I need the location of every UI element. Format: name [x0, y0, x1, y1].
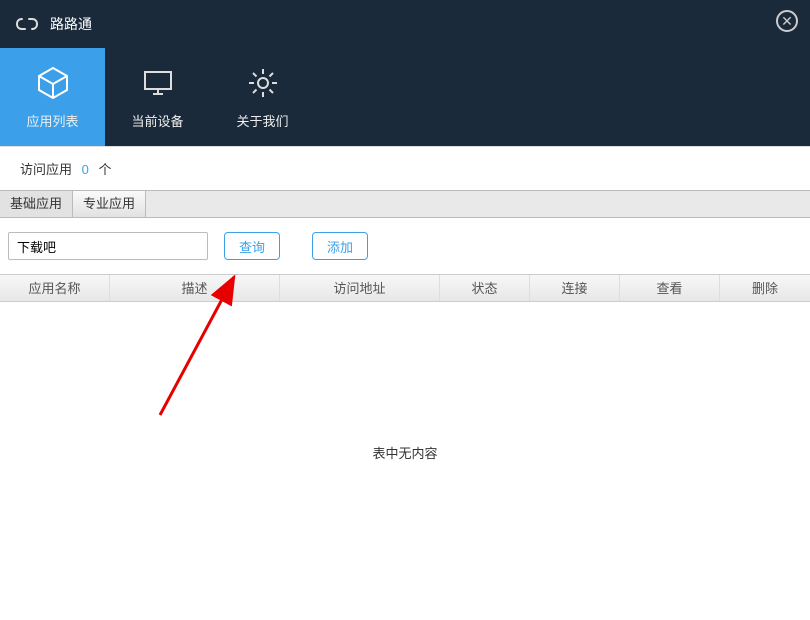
th-url: 访问地址 — [280, 275, 440, 301]
app-logo-icon — [16, 17, 38, 31]
add-button[interactable]: 添加 — [312, 232, 368, 260]
nav-about[interactable]: 关于我们 — [210, 48, 315, 146]
tab-row: 基础应用 专业应用 — [0, 190, 810, 218]
stats-suffix: 个 — [99, 162, 112, 177]
gear-icon — [245, 65, 281, 101]
cube-icon — [35, 65, 71, 101]
table-body: 表中无内容 — [0, 302, 810, 602]
search-input[interactable] — [8, 232, 208, 260]
th-delete: 删除 — [720, 275, 810, 301]
th-desc: 描述 — [110, 275, 280, 301]
empty-state-text: 表中无内容 — [372, 443, 437, 462]
nav-label: 关于我们 — [236, 111, 288, 130]
titlebar: 路路通 ✕ — [0, 0, 810, 48]
close-button[interactable]: ✕ — [776, 10, 798, 32]
table-header: 应用名称 描述 访问地址 状态 连接 查看 删除 — [0, 274, 810, 302]
content-area: 访问应用 0 个 基础应用 专业应用 查询 添加 应用名称 描述 访问地址 状态… — [0, 146, 810, 602]
search-row: 查询 添加 — [0, 218, 810, 274]
th-app-name: 应用名称 — [0, 275, 110, 301]
th-view: 查看 — [620, 275, 720, 301]
stats-count: 0 — [82, 162, 89, 177]
tab-pro-apps[interactable]: 专业应用 — [73, 191, 146, 217]
nav-current-device[interactable]: 当前设备 — [105, 48, 210, 146]
monitor-icon — [140, 65, 176, 101]
window-title: 路路通 — [50, 14, 92, 34]
main-nav: 应用列表 当前设备 — [0, 48, 810, 146]
th-conn: 连接 — [530, 275, 620, 301]
th-status: 状态 — [440, 275, 530, 301]
tab-basic-apps[interactable]: 基础应用 — [0, 191, 73, 217]
nav-label: 当前设备 — [131, 111, 183, 130]
stats-row: 访问应用 0 个 — [0, 147, 810, 190]
nav-app-list[interactable]: 应用列表 — [0, 48, 105, 146]
nav-label: 应用列表 — [26, 111, 78, 130]
query-button[interactable]: 查询 — [224, 232, 280, 260]
close-icon: ✕ — [781, 14, 793, 28]
stats-prefix: 访问应用 — [20, 162, 72, 177]
